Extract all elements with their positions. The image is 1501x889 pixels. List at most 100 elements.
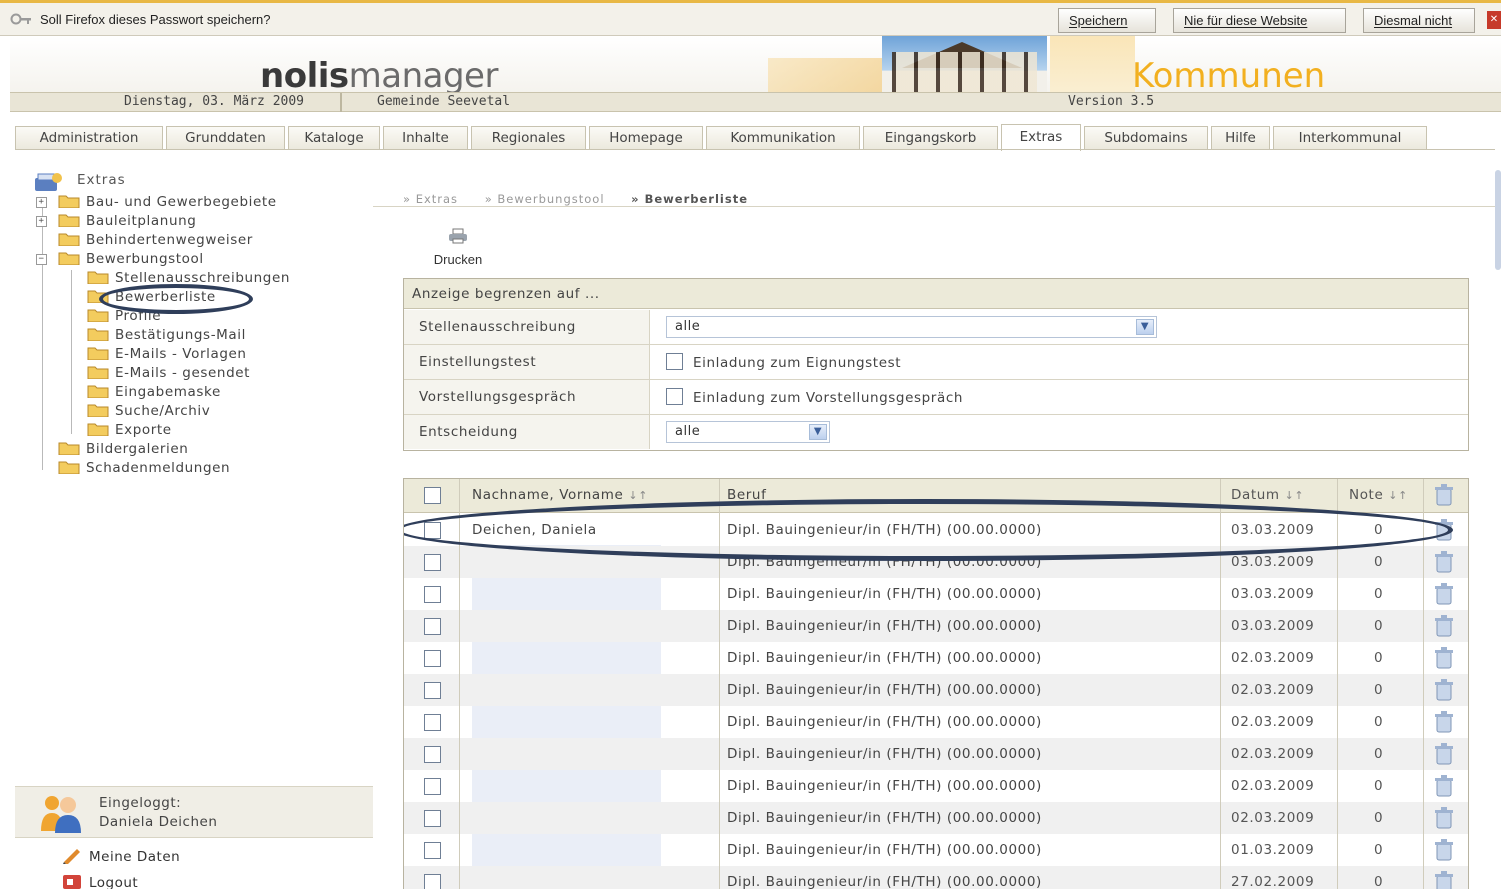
tree-item-eingabemaske[interactable]: Eingabemaske <box>87 384 221 402</box>
cell-beruf: Dipl. Bauingenieur/in (FH/TH) (00.00.000… <box>727 586 1042 602</box>
never-save-button[interactable]: Nie für diese Website <box>1173 8 1346 33</box>
stellenausschreibung-select[interactable]: alle ▼ <box>666 316 1157 338</box>
print-label: Drucken <box>433 252 483 267</box>
header-decoration <box>1050 36 1135 96</box>
tree-item-bau-gewerbegebiete[interactable]: + Bau- und Gewerbegebiete <box>36 194 277 212</box>
cell-note: 0 <box>1374 874 1384 889</box>
column-divider <box>1423 479 1424 889</box>
table-row[interactable]: Dipl. Bauingenieur/in (FH/TH) (00.00.000… <box>404 738 1468 770</box>
tab-hilfe[interactable]: Hilfe <box>1211 126 1270 150</box>
tab-interkommunal[interactable]: Interkommunal <box>1273 126 1427 150</box>
tab-subdomains[interactable]: Subdomains <box>1084 126 1208 150</box>
print-button[interactable]: Drucken <box>423 228 493 267</box>
tab-administration[interactable]: Administration <box>15 126 163 150</box>
extras-icon <box>35 173 62 191</box>
trash-icon[interactable] <box>1434 871 1454 889</box>
sort-icon[interactable]: ↓↑ <box>1388 489 1408 502</box>
expand-icon[interactable]: + <box>36 216 47 227</box>
folder-icon <box>58 195 80 208</box>
table-row[interactable]: Dipl. Bauingenieur/in (FH/TH) (00.00.000… <box>404 770 1468 802</box>
tab-kataloge[interactable]: Kataloge <box>288 126 380 150</box>
tree-line <box>71 270 72 434</box>
filter-label: Stellenausschreibung <box>404 310 650 344</box>
current-user: Daniela Deichen <box>99 814 218 830</box>
entscheidung-select[interactable]: alle ▼ <box>666 421 830 443</box>
tab-grunddaten[interactable]: Grunddaten <box>166 126 285 150</box>
pencil-icon <box>63 849 80 864</box>
tree-item-bauleitplanung[interactable]: + Bauleitplanung <box>36 213 196 231</box>
tree-item-exporte[interactable]: Exporte <box>87 422 172 440</box>
sort-icon[interactable]: ↓↑ <box>1285 489 1305 502</box>
table-row[interactable]: Dipl. Bauingenieur/in (FH/TH) (00.00.000… <box>404 610 1468 642</box>
not-now-button[interactable]: Diesmal nicht <box>1363 8 1475 33</box>
users-icon <box>41 796 81 833</box>
tab-inhalte[interactable]: Inhalte <box>383 126 468 150</box>
table-row[interactable]: Dipl. Bauingenieur/in (FH/TH) (00.00.000… <box>404 674 1468 706</box>
scrollbar[interactable] <box>1495 170 1501 270</box>
table-row[interactable]: Dipl. Bauingenieur/in (FH/TH) (00.00.000… <box>404 802 1468 834</box>
highlight-ring <box>99 284 253 314</box>
folder-icon <box>58 461 80 474</box>
password-bar-message: Soll Firefox dieses Passwort speichern? <box>40 12 271 27</box>
collapse-icon[interactable]: − <box>36 254 47 265</box>
tree-item-suche-archiv[interactable]: Suche/Archiv <box>87 403 210 421</box>
tree-item-behindertenwegweiser[interactable]: Behindertenwegweiser <box>58 232 253 250</box>
sidebar-footer: Eingeloggt: Daniela Deichen Meine Daten … <box>15 786 373 889</box>
tree-item-bestaetigungs-mail[interactable]: Bestätigungs-Mail <box>87 327 246 345</box>
tree-item-emails-vorlagen[interactable]: E-Mails - Vorlagen <box>87 346 247 364</box>
cell-datum: 02.03.2009 <box>1231 650 1315 666</box>
version-label: Version 3.5 <box>1068 94 1155 109</box>
tree-item-schadenmeldungen[interactable]: Schadenmeldungen <box>58 460 230 478</box>
current-date: Dienstag, 03. März 2009 <box>124 94 305 109</box>
table-row[interactable]: Dipl. Bauingenieur/in (FH/TH) (00.00.000… <box>404 866 1468 889</box>
cell-note: 0 <box>1374 682 1384 698</box>
sidebar: Extras + Bau- und Gewerbegebiete + Bauleit… <box>15 150 373 889</box>
tab-regionales[interactable]: Regionales <box>471 126 586 150</box>
tree-line <box>42 202 43 470</box>
cell-note: 0 <box>1374 618 1384 634</box>
filter-panel: Anzeige begrenzen auf ... Stellenausschr… <box>403 278 1469 451</box>
cell-beruf: Dipl. Bauingenieur/in (FH/TH) (00.00.000… <box>727 682 1042 698</box>
folder-icon <box>87 328 109 341</box>
sort-icon[interactable]: ↓↑ <box>628 489 648 502</box>
highlight-ring <box>404 499 1453 561</box>
tree-item-bewerbungstool[interactable]: − Bewerbungstool <box>36 251 204 269</box>
tab-eingangskorb[interactable]: Eingangskorb <box>863 126 998 150</box>
row-checkbox[interactable] <box>424 874 441 889</box>
tree-item-emails-gesendet[interactable]: E-Mails - gesendet <box>87 365 250 383</box>
table-row[interactable]: Dipl. Bauingenieur/in (FH/TH) (00.00.000… <box>404 706 1468 738</box>
table-row[interactable]: Dipl. Bauingenieur/in (FH/TH) (00.00.000… <box>404 578 1468 610</box>
cell-note: 0 <box>1374 746 1384 762</box>
save-password-button[interactable]: Speichern <box>1058 8 1156 33</box>
filter-row: Einstellungstest Einladung zum Eignungst… <box>404 345 1468 380</box>
cell-datum: 03.03.2009 <box>1231 586 1315 602</box>
delete-all-icon[interactable] <box>1434 484 1454 517</box>
main-content: » Extras » Bewerbungstool » Bewerberlist… <box>373 150 1495 889</box>
cell-note: 0 <box>1374 778 1384 794</box>
my-data-link[interactable]: Meine Daten <box>61 846 180 865</box>
close-icon[interactable]: ✕ <box>1487 11 1501 29</box>
breadcrumb-item[interactable]: » Bewerbungstool <box>485 192 605 206</box>
expand-icon[interactable]: + <box>36 197 47 208</box>
checkbox[interactable] <box>666 353 683 370</box>
chevron-down-icon: ▼ <box>1136 319 1154 335</box>
table-row[interactable]: Dipl. Bauingenieur/in (FH/TH) (00.00.000… <box>404 834 1468 866</box>
tab-kommunikation[interactable]: Kommunikation <box>706 126 860 150</box>
vorstellungsgespraech-checkbox[interactable]: Einladung zum Vorstellungsgespräch <box>666 388 963 406</box>
logout-link[interactable]: Logout <box>61 872 138 889</box>
folder-icon <box>58 442 80 455</box>
tab-extras[interactable]: Extras <box>1001 124 1081 151</box>
folder-icon <box>87 271 109 284</box>
tab-homepage[interactable]: Homepage <box>589 126 703 150</box>
breadcrumb-item[interactable]: » Extras <box>403 192 458 206</box>
cell-datum: 01.03.2009 <box>1231 842 1315 858</box>
login-info: Eingeloggt: Daniela Deichen <box>15 786 373 838</box>
eignungstest-checkbox[interactable]: Einladung zum Eignungstest <box>666 353 901 371</box>
column-header-note[interactable]: Note ↓↑ <box>1349 479 1408 512</box>
tree-item-bildergalerien[interactable]: Bildergalerien <box>58 441 188 459</box>
checkbox[interactable] <box>666 388 683 405</box>
table-row[interactable]: Dipl. Bauingenieur/in (FH/TH) (00.00.000… <box>404 642 1468 674</box>
filter-row: Stellenausschreibung alle ▼ <box>404 310 1468 345</box>
folder-icon <box>87 423 109 436</box>
cell-note: 0 <box>1374 810 1384 826</box>
